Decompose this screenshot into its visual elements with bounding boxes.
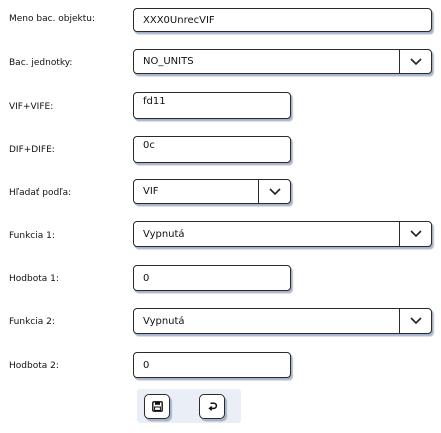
- function2-label: Funkcia 2:: [9, 317, 55, 327]
- search-by-select[interactable]: VIF: [133, 179, 291, 204]
- function1-select[interactable]: Vypnutá: [133, 221, 432, 247]
- undo-icon: [207, 397, 218, 416]
- chevron-down-icon: [399, 50, 431, 73]
- undo-button[interactable]: [199, 394, 225, 419]
- dif-dife-input[interactable]: 0c: [133, 136, 291, 163]
- units-label: Bac. jednotky:: [9, 58, 73, 68]
- vif-vife-input[interactable]: fd11: [133, 92, 291, 119]
- save-button[interactable]: [144, 394, 170, 419]
- value2-input[interactable]: 0: [133, 352, 291, 378]
- function2-value: Vypnutá: [143, 315, 185, 327]
- dif-dife-value: 0c: [143, 140, 155, 151]
- save-icon: [151, 397, 163, 416]
- function2-select[interactable]: Vypnutá: [133, 308, 432, 334]
- function1-label: Funkcia 1:: [9, 231, 55, 241]
- value1-value: 0: [143, 272, 150, 284]
- vif-vife-label: VIF+VIFE:: [9, 102, 54, 112]
- vif-vife-value: fd11: [143, 96, 166, 107]
- search-by-label: Hľadať podľa:: [9, 188, 72, 198]
- object-name-value: XXX0UnrecVIF: [143, 14, 215, 26]
- value2-label: Hodbota 2:: [9, 361, 59, 371]
- chevron-down-icon: [258, 180, 290, 203]
- value1-label: Hodbota 1:: [9, 274, 59, 284]
- chevron-down-icon: [399, 222, 431, 246]
- object-name-label: Meno bac. objektu:: [9, 14, 96, 24]
- dif-dife-label: DIF+DIFE:: [9, 145, 55, 155]
- chevron-down-icon: [399, 309, 431, 333]
- function1-value: Vypnutá: [143, 228, 185, 240]
- value2-value: 0: [143, 359, 150, 371]
- object-name-input[interactable]: XXX0UnrecVIF: [133, 8, 432, 32]
- value1-input[interactable]: 0: [133, 265, 291, 291]
- units-value: NO_UNITS: [143, 56, 194, 67]
- units-select[interactable]: NO_UNITS: [133, 49, 432, 74]
